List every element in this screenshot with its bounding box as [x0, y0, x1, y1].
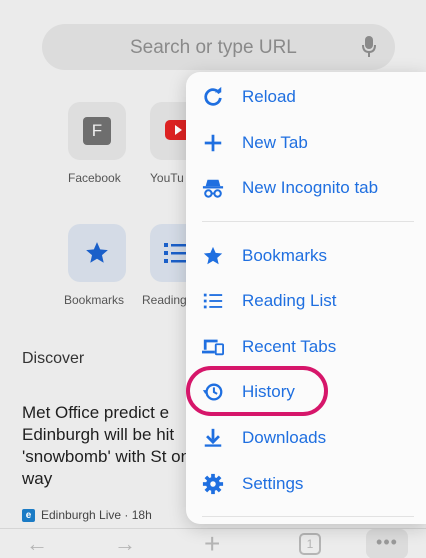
- menu-label-new-tab: New Tab: [242, 133, 308, 152]
- article-headline[interactable]: Met Office predict e Edinburgh will be h…: [22, 402, 192, 490]
- shortcut-label-bookmarks: Bookmarks: [64, 293, 125, 307]
- menu-label-downloads: Downloads: [242, 428, 327, 447]
- download-icon: [204, 428, 222, 447]
- microphone-icon[interactable]: [362, 36, 376, 58]
- shortcut-bookmarks[interactable]: [68, 224, 126, 282]
- back-button[interactable]: ←: [26, 531, 48, 557]
- star-icon: [86, 242, 108, 263]
- search-placeholder: Search or type URL: [130, 37, 297, 58]
- star-icon: [203, 246, 223, 265]
- bottom-toolbar: ← → + 1 •••: [0, 528, 426, 558]
- tab-switcher-button[interactable]: 1: [299, 533, 321, 555]
- devices-icon: [202, 339, 224, 356]
- menu-item-new-incognito-tab[interactable]: New Incognito tab: [186, 166, 426, 210]
- incognito-icon: [202, 179, 224, 198]
- menu-divider: [202, 221, 414, 222]
- menu-label-new-incognito-tab: New Incognito tab: [242, 178, 379, 197]
- menu-label-reload: Reload: [242, 87, 296, 106]
- source-label: Edinburgh Live · 18h: [41, 508, 152, 522]
- shortcut-facebook[interactable]: F: [68, 102, 126, 160]
- menu-item-reload[interactable]: Reload: [186, 75, 426, 119]
- shortcut-youtube[interactable]: [150, 102, 191, 160]
- source-logo-icon: e: [22, 508, 35, 522]
- menu-label-reading-list: Reading List: [242, 291, 337, 310]
- forward-button[interactable]: →: [114, 531, 136, 557]
- facebook-icon: F: [83, 117, 111, 145]
- plus-icon: [204, 134, 222, 152]
- menu-label-bookmarks: Bookmarks: [242, 246, 328, 265]
- menu-item-reading-list[interactable]: Reading List: [186, 279, 426, 323]
- new-tab-button[interactable]: +: [204, 528, 220, 558]
- overflow-menu: Reload New Tab New Incognito tab Bookmar…: [186, 72, 426, 524]
- discover-heading: Discover: [22, 350, 85, 367]
- list-icon: [203, 293, 223, 309]
- gear-icon: [202, 473, 224, 495]
- menu-label-recent-tabs: Recent Tabs: [242, 337, 337, 356]
- menu-label-settings: Settings: [242, 474, 304, 493]
- more-menu-button[interactable]: •••: [366, 529, 408, 558]
- shortcut-label-facebook: Facebook: [68, 171, 121, 185]
- shortcut-label-reading: Reading: [142, 293, 186, 307]
- shortcut-label-youtube: YouTu: [150, 171, 184, 185]
- shortcut-reading-list[interactable]: [150, 224, 190, 282]
- menu-item-bookmarks[interactable]: Bookmarks: [186, 234, 426, 278]
- article-source: e Edinburgh Live · 18h: [22, 508, 152, 522]
- menu-item-new-tab[interactable]: New Tab: [186, 121, 426, 165]
- reload-icon: [204, 86, 222, 106]
- menu-item-recent-tabs[interactable]: Recent Tabs: [186, 325, 426, 369]
- history-highlight-ring: [186, 366, 328, 416]
- menu-item-downloads[interactable]: Downloads: [186, 416, 426, 460]
- menu-divider: [202, 516, 414, 517]
- menu-item-settings[interactable]: Settings: [186, 462, 426, 506]
- search-bar[interactable]: Search or type URL: [42, 24, 395, 70]
